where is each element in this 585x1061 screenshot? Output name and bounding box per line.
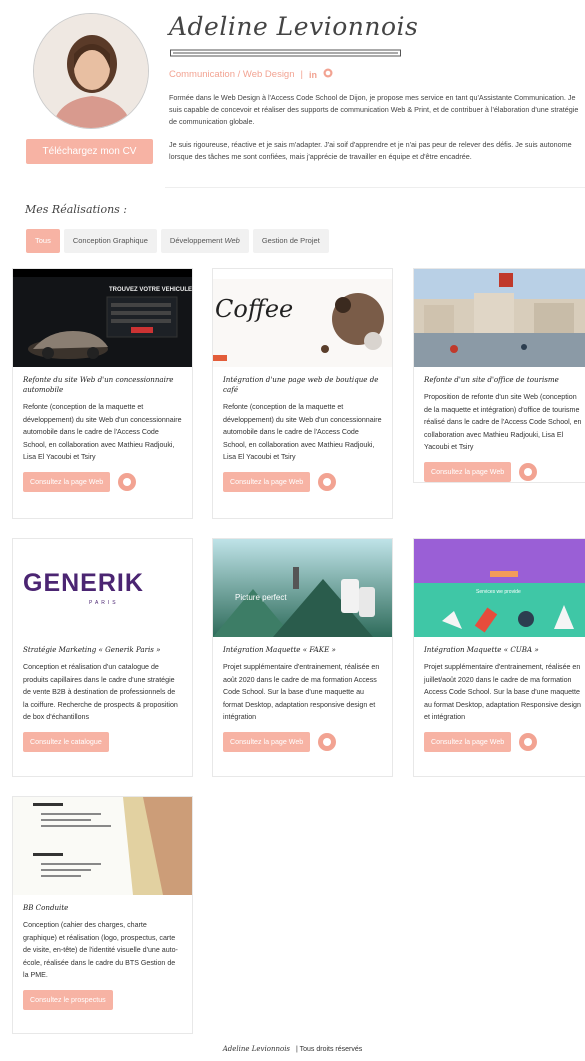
project-description: Refonte (conception de la maquette et dé… <box>223 403 382 461</box>
filter-all[interactable]: Tous <box>26 229 60 253</box>
project-description: Projet supplémentaire d'entrainement, ré… <box>223 663 380 721</box>
section-divider <box>165 187 585 188</box>
view-webpage-button[interactable]: Consultez la page Web <box>424 731 512 752</box>
name-underline-decoration <box>170 49 401 57</box>
project-title: Stratégie Marketing « Generik Paris » <box>23 645 161 654</box>
project-thumbnail-tourism-office[interactable] <box>414 269 585 367</box>
section-title: Mes Réalisations : <box>25 203 127 216</box>
project-title: Intégration Maquette « FAKE » <box>223 645 336 654</box>
profile-photo <box>33 13 149 129</box>
footer-copyright: | Tous droits réservés <box>295 1046 363 1053</box>
filter-graphic-design[interactable]: Conception Graphique <box>63 229 157 253</box>
project-thumbnail-car-dealer[interactable]: TROUVEZ VOTRE VEHICULE <box>13 269 192 367</box>
project-title: Intégration d'une page web de boutique d… <box>223 375 379 394</box>
project-thumbnail-generik[interactable]: GENERIK PARIS <box>13 539 192 637</box>
project-description: Refonte (conception de la maquette et dé… <box>23 403 182 461</box>
github-icon[interactable] <box>519 462 538 481</box>
profile-bio-personality: Je suis rigoureuse, réactive et je sais … <box>169 140 572 161</box>
footer-signature: Adeline Levionnois <box>222 1045 291 1053</box>
project-description: Proposition de refonte d'un site Web (co… <box>424 393 582 451</box>
project-title: Refonte du site Web d'un concessionnaire… <box>23 375 174 394</box>
project-thumbnail-cuba-mockup[interactable]: Services we provide <box>414 539 585 637</box>
generik-logo-sub: PARIS <box>89 600 119 606</box>
view-webpage-button[interactable]: Consultez la page Web <box>424 461 512 482</box>
portfolio-filters: Tous Conception Graphique Développement … <box>26 229 329 253</box>
filter-web-dev-emphasis: Web <box>224 236 240 245</box>
github-icon[interactable] <box>318 732 337 751</box>
footer: Adeline Levionnois | Tous droits réservé… <box>0 1045 585 1053</box>
project-card-car-dealer: TROUVEZ VOTRE VEHICULE Refonte du site W… <box>12 268 193 519</box>
project-thumbnail-coffee-shop[interactable]: Coffee <box>213 269 392 367</box>
project-card-cuba-mockup: Services we provide Intégration Maquette… <box>413 538 585 777</box>
project-title: Intégration Maquette « CUBA » <box>424 645 539 654</box>
filter-web-development[interactable]: Développement Web <box>160 229 249 253</box>
generik-logo: GENERIK <box>23 569 144 597</box>
github-icon[interactable] <box>318 472 337 491</box>
download-cv-button[interactable]: Téléchargez mon CV <box>26 139 153 164</box>
view-brochure-button[interactable]: Consultez le prospectus <box>23 989 113 1010</box>
project-title: Refonte d'un site d'office de tourisme <box>424 375 559 384</box>
project-title: BB Conduite <box>23 903 69 912</box>
thumbnail-caption: Coffee <box>215 295 294 323</box>
project-card-fake-mockup: Picture perfect Intégration Maquette « F… <box>212 538 393 777</box>
subtitle-separator: | <box>300 69 303 80</box>
profile-name: Adeline Levionnois <box>169 12 419 41</box>
project-description: Projet supplémentaire d'entrainement, ré… <box>424 663 581 721</box>
linkedin-icon[interactable]: in <box>309 70 317 80</box>
project-card-generik: GENERIK PARIS Stratégie Marketing « Gene… <box>12 538 193 777</box>
thumbnail-caption: Services we provide <box>476 589 521 595</box>
thumbnail-caption: TROUVEZ VOTRE VEHICULE <box>109 287 192 293</box>
view-webpage-button[interactable]: Consultez la page Web <box>223 731 311 752</box>
profile-photo-image <box>34 14 148 128</box>
project-thumbnail-bb-conduite[interactable] <box>13 797 192 895</box>
project-card-bb-conduite: BB Conduite Conception (cahier des charg… <box>12 796 193 1034</box>
project-card-tourism-office: Refonte d'un site d'office de tourisme P… <box>413 268 585 483</box>
github-icon[interactable] <box>323 68 333 81</box>
project-description: Conception et réalisation d'un catalogue… <box>23 663 178 721</box>
filter-web-dev-label: Développement <box>169 236 225 245</box>
thumbnail-caption: Picture perfect <box>235 593 287 602</box>
view-catalog-button[interactable]: Consultez le catalogue <box>23 731 109 752</box>
view-webpage-button[interactable]: Consultez la page Web <box>223 471 311 492</box>
filter-project-management[interactable]: Gestion de Projet <box>252 229 329 253</box>
github-icon[interactable] <box>118 472 137 491</box>
profile-bio-intro: Formée dans le Web Design à l'Access Cod… <box>169 93 579 126</box>
project-description: Conception (cahier des charges, charte g… <box>23 921 178 979</box>
project-thumbnail-fake-mockup[interactable]: Picture perfect <box>213 539 392 637</box>
github-icon[interactable] <box>519 732 538 751</box>
view-webpage-button[interactable]: Consultez la page Web <box>23 471 111 492</box>
profile-subtitle: Communication / Web Design <box>169 69 295 80</box>
profile-subtitle-row: Communication / Web Design | in <box>169 68 333 81</box>
project-card-coffee-shop: Coffee Intégration d'une page web de bou… <box>212 268 393 519</box>
